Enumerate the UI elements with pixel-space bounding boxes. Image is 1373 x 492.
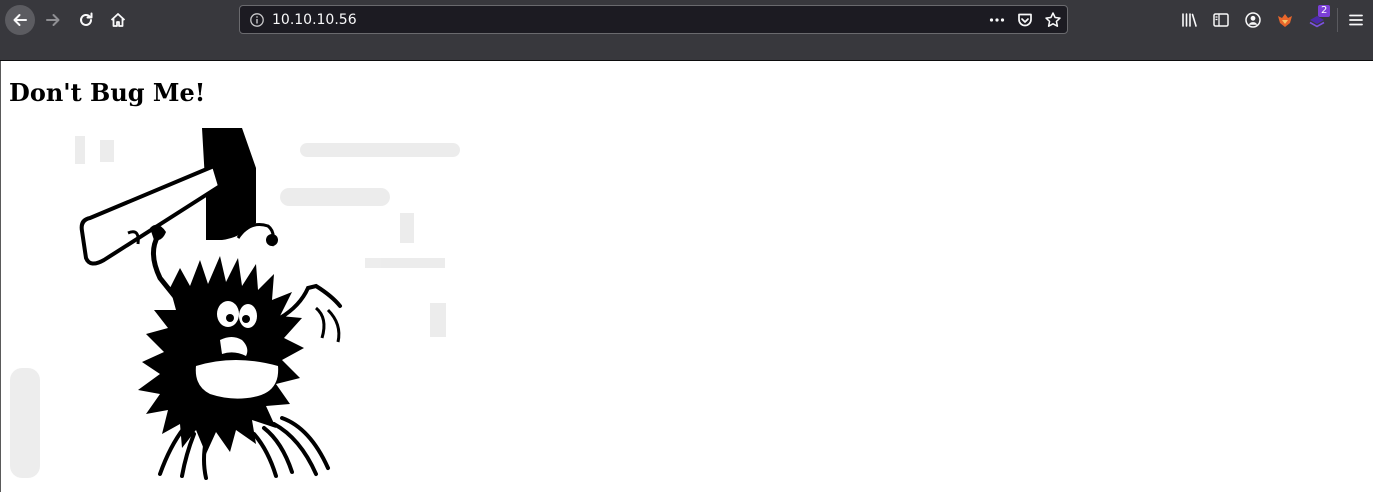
reload-icon <box>80 12 93 26</box>
forward-button[interactable] <box>38 5 68 35</box>
sidebar-icon <box>1213 13 1229 27</box>
reload-button[interactable] <box>71 5 101 35</box>
toolbar-lower-strip <box>0 40 1373 61</box>
info-icon[interactable] <box>249 12 265 28</box>
hamburger-menu-icon <box>1349 14 1363 26</box>
library-button[interactable] <box>1179 10 1199 30</box>
toolbar-separator <box>1337 8 1338 32</box>
library-icon <box>1182 13 1197 27</box>
extension-badge: 2 <box>1318 5 1331 17</box>
pocket-button[interactable] <box>1016 11 1034 29</box>
url-text[interactable]: 10.10.10.56 <box>272 11 357 29</box>
page-heading: Don't Bug Me! <box>9 78 206 107</box>
pocket-icon <box>1018 13 1032 27</box>
star-icon <box>1045 12 1061 27</box>
home-button[interactable] <box>103 5 133 35</box>
sidebar-button[interactable] <box>1211 10 1231 30</box>
window-edge <box>0 61 1 492</box>
forward-arrow-icon <box>46 14 60 26</box>
bookmark-star-button[interactable] <box>1044 11 1062 29</box>
fox-extension-icon <box>1278 14 1292 27</box>
back-button[interactable] <box>5 5 35 35</box>
back-arrow-icon <box>13 14 27 26</box>
more-dots-icon <box>989 18 1005 22</box>
account-icon <box>1245 12 1261 28</box>
menu-button[interactable] <box>1346 10 1366 30</box>
url-bar[interactable]: 10.10.10.56 <box>239 5 1068 34</box>
account-button[interactable] <box>1243 10 1263 30</box>
fox-extension-button[interactable] <box>1275 10 1295 30</box>
home-icon <box>110 13 126 27</box>
bug-with-hammer-illustration <box>10 128 460 480</box>
browser-toolbar: 10.10.10.56 2 <box>0 0 1373 40</box>
page-actions-button[interactable] <box>988 11 1006 29</box>
